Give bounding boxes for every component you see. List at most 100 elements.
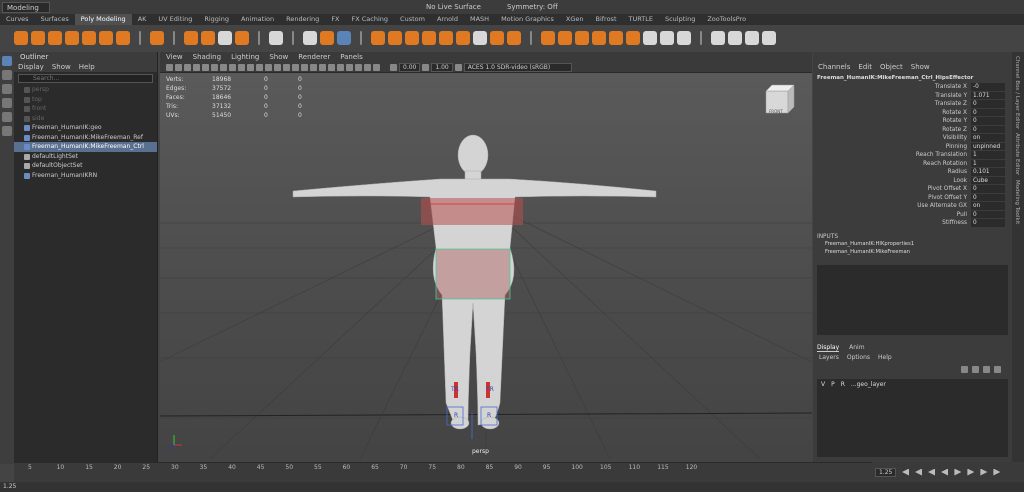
shadows-icon[interactable] [310,63,317,71]
anti-aliasing-icon[interactable] [337,63,344,71]
connect-icon[interactable] [303,30,317,45]
outliner-item[interactable]: top [14,95,157,105]
attribute-value[interactable]: 0.101 [971,168,1005,177]
attribute-value[interactable]: 1 [971,151,1005,160]
collapse-icon[interactable] [626,30,640,45]
shelf-tab[interactable]: Arnold [431,14,464,25]
cylinder-icon[interactable] [48,30,62,45]
color-management-icon[interactable] [454,63,462,71]
menu-edit[interactable]: Edit [858,62,872,73]
layer-row[interactable]: V P R ...geo_layer [817,379,1008,390]
attribute-row[interactable]: Pivot Offset X 0 [813,185,1012,194]
offset-loop-icon[interactable] [677,30,691,45]
attribute-value[interactable]: 0 [971,117,1005,126]
go-to-start-icon[interactable] [902,469,909,476]
lasso-tool-icon[interactable] [2,70,12,80]
split-icon[interactable] [643,30,657,45]
outliner-item[interactable]: Freeman_HumanIK:MikeFreeman_Ctrl [14,142,157,152]
attribute-row[interactable]: Rotate Y 0 [813,117,1012,126]
shelf-tab[interactable]: Sculpting [659,14,701,25]
shelf-tab[interactable]: Custom [394,14,431,25]
step-forward-key-icon[interactable] [980,468,988,476]
shelf-tab[interactable]: Rendering [280,14,325,25]
tab-display[interactable]: Display [817,344,840,352]
isolate-select-icon[interactable] [346,63,353,71]
attribute-row[interactable]: Reach Translation 1 [813,151,1012,160]
loop-icon[interactable] [660,30,674,45]
go-to-end-icon[interactable] [993,468,1001,476]
range-start[interactable]: 1.25 [3,483,16,490]
xray-icon[interactable] [355,63,362,71]
viewport-3d[interactable]: TR TR R R Verts: 18968 0 0 Edges: 37572 0 0 Face… [160,73,812,459]
mode-menu[interactable]: Modeling [2,1,50,13]
svg-icon[interactable] [235,30,249,45]
mirror-icon[interactable] [405,30,419,45]
smooth-icon[interactable] [439,30,453,45]
shelf-tab[interactable]: Animation [235,14,280,25]
paint-select-icon[interactable] [2,84,12,94]
attribute-row[interactable]: Look Cube [813,176,1012,185]
menu-object[interactable]: Object [880,62,903,73]
attribute-row[interactable]: Rotate Z 0 [813,125,1012,134]
hips-effector[interactable] [436,249,510,299]
quadrangulate-icon[interactable] [507,30,521,45]
outliner-item[interactable]: defaultLightSet [14,152,157,162]
attribute-row[interactable]: Reach Rotation 1 [813,159,1012,168]
gamma-field[interactable]: 1.00 [431,62,453,72]
attribute-value[interactable]: on [971,134,1005,143]
attribute-row[interactable]: Pinning unpinned [813,142,1012,151]
viewport-menu-item[interactable]: View [166,52,183,62]
textured-icon[interactable] [292,63,299,71]
shelf-tab[interactable]: XGen [560,14,590,25]
text-icon[interactable] [218,30,232,45]
symmetry-label[interactable]: Symmetry: Off [507,3,558,11]
tab-channel-box-layer-editor[interactable]: Channel Box / Layer Editor [1014,56,1020,129]
shelf-tab[interactable]: UV Editing [152,14,198,25]
layer-name[interactable]: ...geo_layer [851,381,886,388]
layer-playback-toggle[interactable]: P [831,381,835,388]
play-backwards-icon[interactable] [941,469,948,476]
wireframe-icon[interactable] [265,63,272,71]
attribute-value[interactable]: 0 [971,100,1005,109]
grid-toggle-icon[interactable] [202,63,209,71]
torus-icon[interactable] [82,30,96,45]
motion-blur-icon[interactable] [328,63,335,71]
shelf-tab[interactable]: Bifrost [590,14,623,25]
bookmark-icon[interactable] [184,63,191,71]
live-surface-label[interactable]: No Live Surface [426,3,481,11]
time-slider[interactable]: 5 10 15 20 25 30 35 40 45 50 55 60 65 70 75 80 85 90 95 100… [14,462,872,482]
shelf-tab[interactable]: Motion Graphics [495,14,560,25]
shelf-tab[interactable]: MASH [464,14,495,25]
attribute-row[interactable]: Pull 0 [813,210,1012,219]
combine-icon[interactable] [371,30,385,45]
merge-icon[interactable] [609,30,623,45]
rotate-tool-icon[interactable] [2,112,12,122]
backface-icon[interactable] [373,63,380,71]
xray-joints-icon[interactable] [364,63,371,71]
shelf-tab[interactable]: Rigging [198,14,235,25]
outliner-item[interactable]: Freeman_HumanIKRN [14,171,157,181]
move-tool-icon[interactable] [2,98,12,108]
outliner-item[interactable]: persp [14,85,157,95]
viewport-menu-item[interactable]: Lighting [231,52,259,62]
range-slider[interactable]: 1.25 [0,482,1024,492]
smooth-shade-icon[interactable] [274,63,281,71]
current-frame-field[interactable]: 1.25 [875,467,897,477]
wrench-icon[interactable] [745,30,759,45]
outliner-menu-show[interactable]: Show [52,62,71,72]
attribute-row[interactable]: Translate Y 1.071 [813,91,1012,100]
shelf-tab[interactable]: FX [325,14,345,25]
exposure-field[interactable]: 0.00 [399,62,421,72]
outliner-item[interactable]: side [14,114,157,124]
outliner-menu-display[interactable]: Display [18,62,44,72]
grid-icon[interactable] [269,30,283,45]
attribute-value[interactable]: unpinned [971,142,1005,151]
attribute-value[interactable]: on [971,202,1005,211]
shelf-tab[interactable]: Surfaces [35,14,75,25]
attribute-value[interactable]: 1 [971,159,1005,168]
bevel-icon[interactable] [558,30,572,45]
ambient-occlusion-icon[interactable] [319,63,326,71]
outliner-search-input[interactable]: Search... [18,74,153,83]
cone-icon[interactable] [65,30,79,45]
play-forwards-icon[interactable] [954,468,962,476]
